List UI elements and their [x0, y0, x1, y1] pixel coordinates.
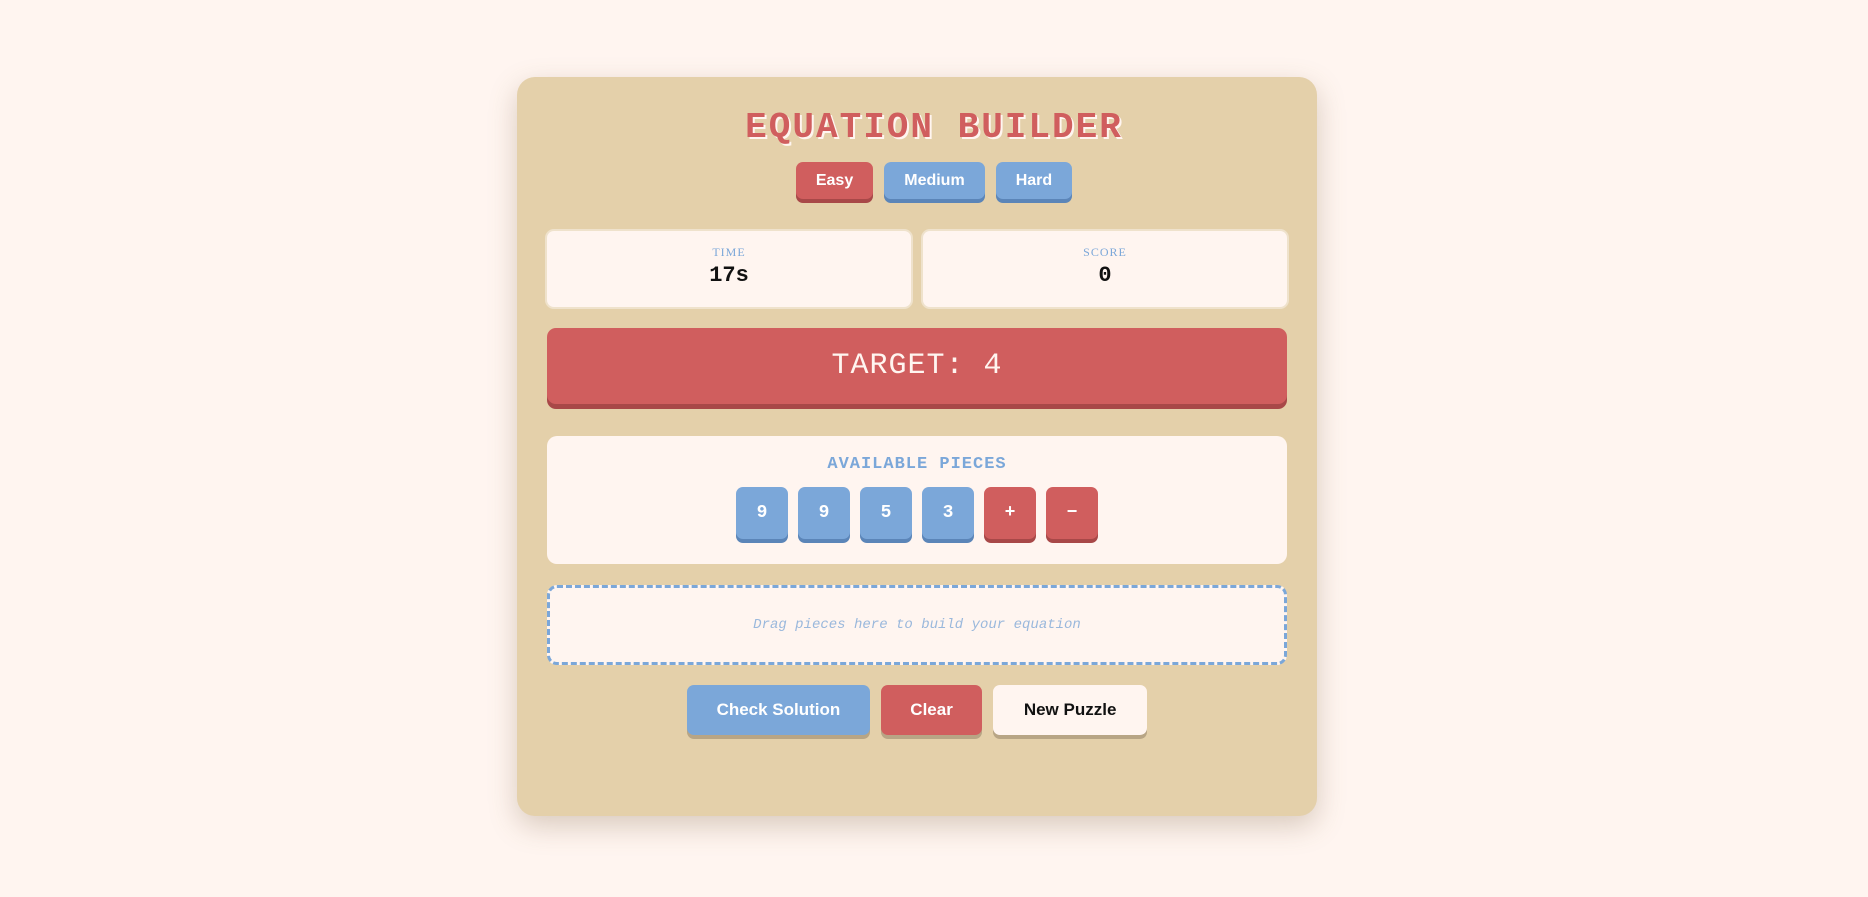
- pieces-row: 9 9 5 3 + −: [547, 487, 1287, 539]
- clear-button[interactable]: Clear: [881, 685, 982, 735]
- difficulty-selector: Easy Medium Hard: [0, 162, 1868, 199]
- available-pieces-panel: AVAILABLE PIECES 9 9 5 3 + −: [547, 436, 1287, 564]
- action-buttons: Check Solution Clear New Puzzle: [517, 685, 1317, 735]
- piece-number[interactable]: 9: [798, 487, 850, 539]
- game-title: EQUATION BUILDER: [745, 107, 1123, 148]
- available-pieces-title: AVAILABLE PIECES: [827, 455, 1007, 474]
- piece-operator-plus[interactable]: +: [984, 487, 1036, 539]
- difficulty-hard-button[interactable]: Hard: [995, 162, 1073, 199]
- difficulty-medium-button[interactable]: Medium: [884, 162, 985, 199]
- score-panel: SCORE 0: [923, 231, 1287, 307]
- score-label: SCORE: [1083, 245, 1127, 259]
- time-label: TIME: [712, 245, 746, 259]
- equation-dropzone[interactable]: Drag pieces here to build your equation: [547, 585, 1287, 665]
- difficulty-easy-button[interactable]: Easy: [795, 162, 874, 199]
- piece-number[interactable]: 5: [860, 487, 912, 539]
- target-banner: TARGET: 4: [547, 328, 1287, 404]
- piece-operator-minus[interactable]: −: [1046, 487, 1098, 539]
- time-panel: TIME 17s: [547, 231, 911, 307]
- new-puzzle-button[interactable]: New Puzzle: [992, 685, 1148, 735]
- check-solution-button[interactable]: Check Solution: [686, 685, 871, 735]
- score-value: 0: [1098, 263, 1112, 288]
- piece-number[interactable]: 3: [922, 487, 974, 539]
- time-value: 17s: [709, 263, 749, 288]
- piece-number[interactable]: 9: [736, 487, 788, 539]
